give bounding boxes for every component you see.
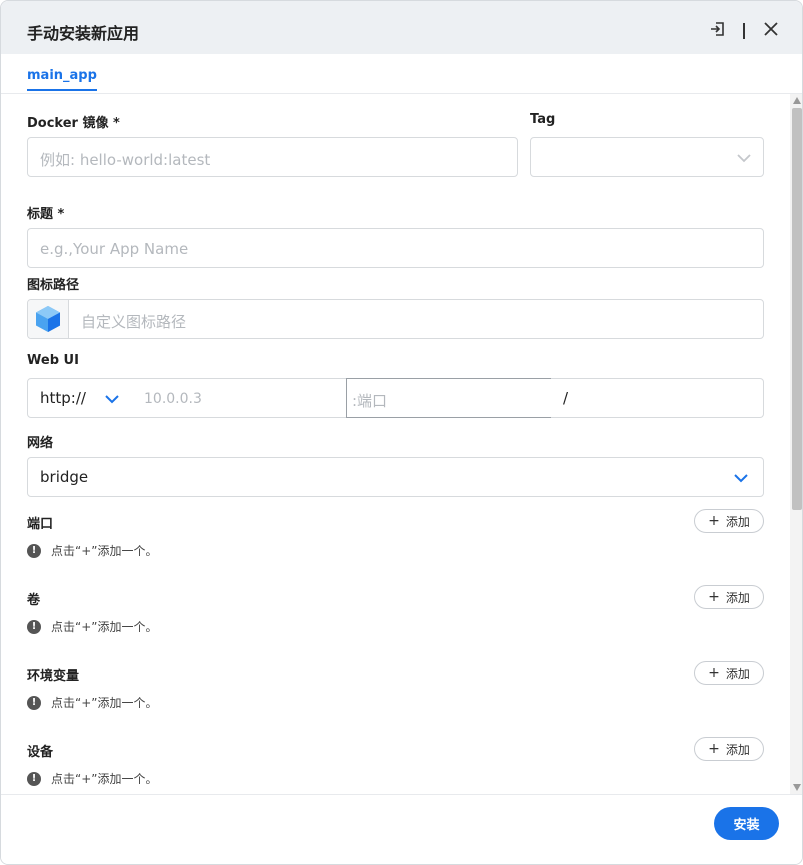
add-port-label: 添加: [725, 514, 750, 529]
volumes-hint-text: 点击“+”添加一个。: [51, 620, 158, 634]
install-button[interactable]: 安装: [714, 807, 779, 840]
docker-image-label: Docker 镜像 *: [27, 116, 120, 131]
volumes-label: 卷: [27, 593, 41, 608]
scroll-down-arrow[interactable]: [793, 784, 801, 791]
web-ui-label: Web UI: [27, 353, 79, 368]
close-icon[interactable]: [761, 19, 781, 39]
dialog-title: 手动安装新应用: [27, 24, 140, 43]
devices-label: 设备: [27, 745, 54, 760]
exclamation-circle-icon: !: [27, 543, 41, 558]
exclamation-circle-icon: !: [27, 619, 41, 634]
network-label: 网络: [27, 436, 54, 451]
plus-icon: +: [708, 589, 720, 605]
chevron-down-icon: [105, 395, 119, 404]
web-ui-port-input[interactable]: :端口: [346, 378, 552, 418]
content-scrollbar[interactable]: [790, 94, 802, 794]
ports-hint-text: 点击“+”添加一个。: [51, 544, 158, 558]
exclamation-circle-icon: !: [27, 695, 41, 710]
tag-label: Tag: [530, 112, 556, 127]
title-placeholder: e.g.,Your App Name: [40, 240, 189, 258]
network-select[interactable]: bridge: [27, 457, 764, 497]
env-vars-hint: ! 点击“+”添加一个。: [27, 694, 158, 711]
web-ui-path-input[interactable]: /: [551, 378, 764, 418]
ports-label: 端口: [27, 517, 54, 532]
import-icon[interactable]: [708, 19, 728, 39]
cube-icon: [36, 306, 60, 332]
icon-preview[interactable]: [28, 300, 69, 338]
env-vars-label: 环境变量: [27, 669, 80, 684]
ports-hint: ! 点击“+”添加一个。: [27, 542, 158, 559]
web-ui-protocol-select[interactable]: http://: [27, 378, 133, 418]
chevron-down-icon: [734, 474, 748, 483]
dialog-titlebar: 手动安装新应用: [1, 1, 802, 54]
tab-bar: main_app: [1, 54, 802, 94]
tag-select[interactable]: [530, 137, 764, 177]
scrollbar-thumb[interactable]: [792, 108, 802, 510]
titlebar-separator: [743, 23, 745, 39]
host-placeholder: 10.0.0.3: [144, 391, 202, 407]
icon-path-placeholder: 自定义图标路径: [81, 313, 187, 331]
docker-image-placeholder: 例如: hello-world:latest: [40, 151, 211, 169]
add-device-label: 添加: [725, 742, 750, 757]
plus-icon: +: [708, 665, 720, 681]
title-input[interactable]: e.g.,Your App Name: [27, 228, 764, 268]
chevron-down-icon: [737, 154, 751, 163]
plus-icon: +: [708, 741, 720, 757]
devices-hint-text: 点击“+”添加一个。: [51, 772, 158, 786]
tab-main-app[interactable]: main_app: [27, 68, 97, 91]
volumes-hint: ! 点击“+”添加一个。: [27, 618, 158, 635]
icon-path-label: 图标路径: [27, 278, 80, 293]
web-ui-host-input[interactable]: 10.0.0.3: [132, 378, 347, 418]
add-device-button[interactable]: + 添加: [694, 737, 764, 761]
devices-hint: ! 点击“+”添加一个。: [27, 770, 158, 787]
port-placeholder: :端口: [352, 392, 388, 410]
docker-image-input[interactable]: 例如: hello-world:latest: [27, 137, 518, 177]
icon-path-input[interactable]: 自定义图标路径: [27, 299, 764, 339]
dialog-footer: 安装: [1, 794, 802, 864]
plus-icon: +: [708, 513, 720, 529]
form-content: Docker 镜像 * 例如: hello-world:latest Tag 标…: [1, 94, 790, 794]
exclamation-circle-icon: !: [27, 771, 41, 786]
add-env-var-label: 添加: [725, 666, 750, 681]
network-value: bridge: [40, 468, 89, 486]
install-app-dialog: 手动安装新应用 main_app Docker 镜像 * 例如: hello-w…: [0, 0, 803, 865]
protocol-value: http://: [40, 389, 86, 407]
add-env-var-button[interactable]: + 添加: [694, 661, 764, 685]
title-label: 标题 *: [27, 207, 65, 222]
add-volume-label: 添加: [725, 590, 750, 605]
env-vars-hint-text: 点击“+”添加一个。: [51, 696, 158, 710]
scroll-up-arrow[interactable]: [793, 97, 801, 104]
add-port-button[interactable]: + 添加: [694, 509, 764, 533]
path-value: /: [563, 389, 569, 407]
add-volume-button[interactable]: + 添加: [694, 585, 764, 609]
